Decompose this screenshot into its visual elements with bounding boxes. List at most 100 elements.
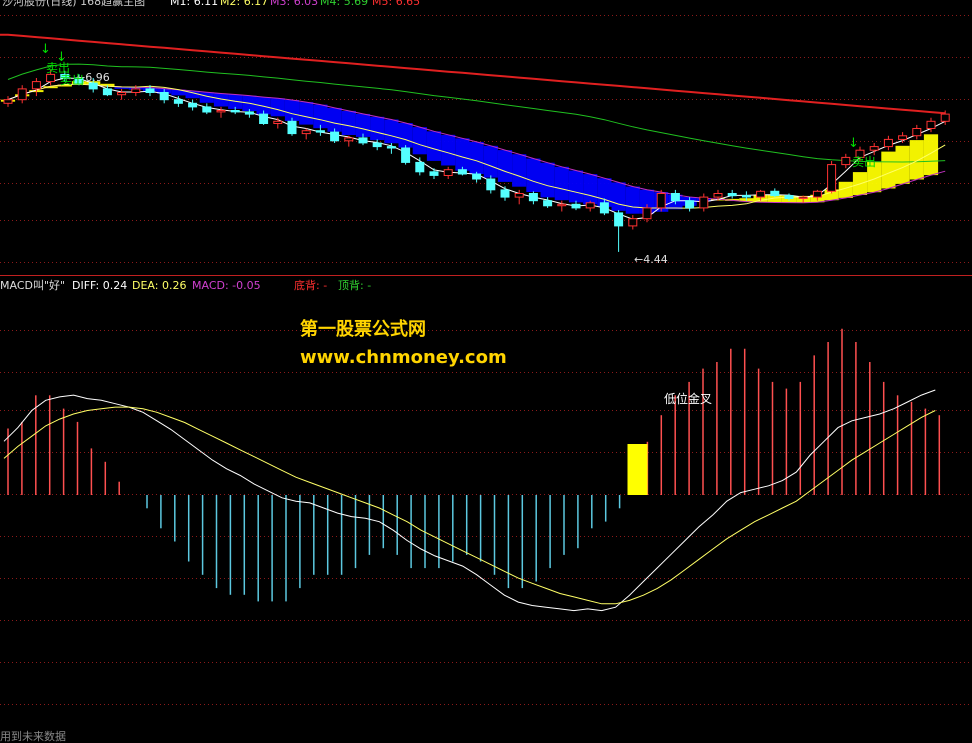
candle-down (528, 193, 538, 202)
candle-down (230, 110, 240, 113)
trend-band-down (583, 174, 598, 205)
candle-up (656, 193, 666, 209)
trend-band-down (412, 127, 427, 155)
ma-m4-label: M4: 5.69 (320, 0, 369, 8)
candle-up (642, 207, 652, 220)
macd-dea-line (3, 406, 936, 605)
trend-band-down (512, 154, 527, 187)
candle-up (940, 113, 950, 122)
candle-up (31, 81, 41, 90)
candle-down (102, 88, 112, 96)
trend-band-up (923, 134, 939, 176)
macd-diff-line (3, 389, 936, 612)
bottom-divergence-label: 底背: - (294, 279, 328, 292)
golden-cross-label: 低位金叉 (664, 392, 713, 406)
trend-band-down (313, 104, 328, 129)
candle-down (358, 137, 368, 144)
candle-up (17, 88, 27, 101)
candle-down (472, 173, 482, 180)
candle-down (159, 92, 169, 101)
trend-band-down (611, 182, 626, 211)
trend-band-down (483, 145, 498, 178)
ma-m5-line (0, 33, 946, 115)
trend-band-down (526, 158, 541, 192)
candle-up (273, 120, 283, 125)
macd-indicator-name: MACD叫"好" (0, 279, 66, 292)
candle-up (117, 92, 127, 96)
candle-up (131, 88, 141, 94)
candle-up (827, 164, 837, 192)
trend-band-down (497, 150, 513, 182)
candle-up (3, 99, 13, 104)
candle-down (784, 195, 794, 200)
candle-down (685, 200, 695, 209)
candle-down (315, 130, 325, 133)
candle-down (614, 212, 624, 227)
candle-up (713, 193, 723, 198)
candle-up (912, 128, 922, 137)
trend-band-down (398, 123, 413, 148)
candle-down (741, 195, 751, 198)
candle-up (756, 190, 766, 198)
trend-band-down (370, 116, 385, 141)
ma-m3-label: M3: 6.03 (270, 0, 319, 8)
candle-down (670, 193, 680, 202)
candle-down (599, 202, 609, 214)
golden-cross-marker (627, 444, 648, 495)
watermark-title: 第一股票公式网 (300, 319, 426, 340)
trend-band-down (355, 113, 371, 137)
candle-down (244, 111, 254, 115)
trend-band-down (341, 110, 356, 135)
macd-lines (3, 389, 936, 612)
candle-up (344, 137, 354, 142)
candle-up (798, 196, 808, 200)
candle-up (443, 169, 453, 176)
chart-title: 沙河股份(日线) 168趋赢主图 (2, 0, 146, 8)
trend-band-down (568, 170, 584, 203)
chart-canvas (0, 15, 972, 705)
candle-down (486, 178, 496, 191)
candle-up (699, 196, 709, 209)
ma-m1-label: M1: 6.11 (170, 0, 219, 8)
macd-histogram (7, 328, 941, 602)
candle-down (259, 113, 269, 124)
trend-band-down (270, 98, 285, 117)
trend-band-down (469, 141, 484, 174)
candle-down (188, 102, 198, 108)
candle-down (372, 142, 382, 148)
sell-arrow-icon: ↓ (40, 42, 51, 57)
candle-up (46, 73, 56, 83)
watermark-url: www.chnmoney.com (300, 347, 507, 368)
candle-up (301, 130, 311, 135)
future-data-footer: 用到未来数据 (0, 730, 66, 743)
candle-up (841, 156, 851, 166)
sell-signal-label: 卖出 (852, 155, 877, 169)
candle-down (386, 146, 396, 149)
trend-band-down (384, 119, 399, 144)
candle-down (173, 99, 183, 104)
candle-down (500, 189, 510, 198)
candle-down (401, 147, 411, 163)
candle-up (216, 110, 226, 113)
trend-band-down (426, 131, 442, 161)
candle-down (429, 171, 439, 176)
top-divergence-label: 顶背: - (338, 279, 372, 292)
trend-band-down (554, 166, 569, 201)
macd-value-label: MACD: -0.05 (192, 279, 261, 292)
candle-up (898, 135, 908, 140)
candle-down (770, 190, 780, 197)
candle-down (571, 203, 581, 209)
trend-band-up (881, 151, 896, 189)
candle-down (543, 200, 553, 207)
trend-band-down (625, 186, 640, 214)
candle-up (585, 202, 595, 209)
candle-up (812, 190, 822, 198)
candle-down (202, 106, 212, 113)
ma-m2-label: M2: 6.17 (220, 0, 269, 8)
candle-up (869, 146, 879, 151)
sell-signal-label: 卖出 (60, 73, 85, 87)
candle-down (287, 120, 297, 135)
trend-band-down (540, 162, 555, 198)
candle-up (926, 120, 936, 130)
candle-down (330, 131, 340, 142)
